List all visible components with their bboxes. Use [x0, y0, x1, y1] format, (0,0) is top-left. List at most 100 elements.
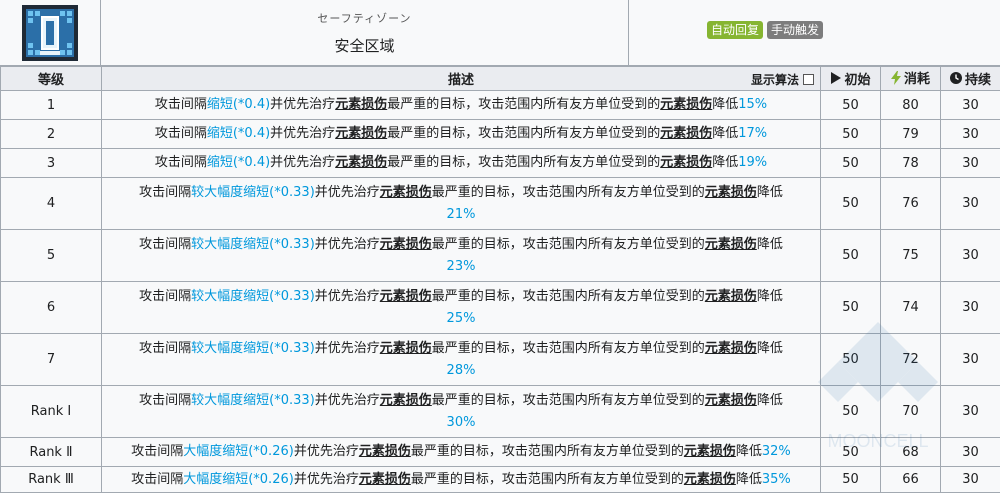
attack-speed-value: 较大幅度缩短(*0.33) [191, 184, 315, 200]
table-row: 1 攻击间隔缩短(*0.4)并优先治疗元素损伤最严重的目标，攻击范围内所有友方单位… [0, 90, 1000, 120]
desc-post: 降低 [735, 444, 762, 459]
desc-prefix: 攻击间隔 [139, 288, 192, 304]
table-row: Rank Ⅱ 攻击间隔大幅度缩短(*0.26)并优先治疗元素损伤最严重的目标，攻击… [0, 437, 1000, 467]
level-cell: 4 [0, 177, 102, 230]
keyword-elemental-damage: 元素损伤 [379, 340, 432, 356]
sp-recovery-tag: 自动回复 [707, 21, 764, 39]
desc-mid1: 并优先治疗 [314, 392, 380, 408]
trigger-type-tag: 手动触发 [767, 21, 824, 39]
attack-speed-value: 较大幅度缩短(*0.33) [191, 236, 315, 252]
duration-cell: 30 [940, 333, 1000, 386]
desc-mid2: 最严重的目标，攻击范围内所有友方单位受到的 [431, 288, 705, 304]
show-formula-label: 显示算法 [750, 73, 799, 87]
attack-speed-value: 缩短(*0.4) [206, 126, 271, 141]
desc-prefix: 攻击间隔 [154, 97, 207, 112]
table-body: 1 攻击间隔缩短(*0.4)并优先治疗元素损伤最严重的目标，攻击范围内所有友方单位… [0, 90, 1000, 493]
desc-mid1: 并优先治疗 [314, 184, 380, 200]
desc-mid1: 并优先治疗 [270, 126, 336, 141]
desc-post: 降低 [756, 288, 783, 304]
description-cell: 攻击间隔缩短(*0.4)并优先治疗元素损伤最严重的目标，攻击范围内所有友方单位受… [101, 119, 821, 149]
attack-speed-value: 较大幅度缩短(*0.33) [191, 288, 315, 304]
description-cell: 攻击间隔较大幅度缩短(*0.33)并优先治疗元素损伤最严重的目标，攻击范围内所有… [101, 385, 821, 438]
keyword-elemental-damage: 元素损伤 [660, 126, 713, 141]
reduction-value: 23% [446, 258, 476, 274]
sp-cost-cell: 74 [880, 281, 941, 334]
keyword-elemental-damage: 元素损伤 [358, 444, 411, 459]
skill-name-cell: セーフティゾーン 安全区域 [101, 0, 629, 66]
initial-sp-cell: 50 [820, 281, 881, 334]
initial-sp-cell: 50 [820, 333, 881, 386]
desc-mid1: 并优先治疗 [314, 288, 380, 304]
clock-icon [949, 72, 962, 85]
level-cell: Rank Ⅱ [0, 437, 102, 467]
reduction-value: 30% [446, 414, 476, 430]
sp-cost-cell: 68 [880, 437, 941, 467]
desc-prefix: 攻击间隔 [131, 444, 184, 459]
desc-prefix: 攻击间隔 [139, 340, 192, 356]
desc-post: 降低 [756, 236, 783, 252]
keyword-elemental-damage: 元素损伤 [704, 236, 757, 252]
desc-mid2: 最严重的目标，攻击范围内所有友方单位受到的 [387, 155, 661, 170]
desc-prefix: 攻击间隔 [154, 126, 207, 141]
keyword-elemental-damage: 元素损伤 [358, 471, 411, 487]
description-header: 描述 显示算法 [101, 66, 821, 91]
sp-cost-header: 消耗 [880, 66, 941, 91]
sp-cost-label: 消耗 [903, 72, 930, 88]
description-cell: 攻击间隔大幅度缩短(*0.26)并优先治疗元素损伤最严重的目标，攻击范围内所有友… [101, 466, 821, 493]
desc-post: 降低 [756, 392, 783, 408]
table-row: Rank Ⅲ 攻击间隔大幅度缩短(*0.26)并优先治疗元素损伤最严重的目标，攻击… [0, 466, 1000, 493]
level-cell: 6 [0, 281, 102, 334]
reduction-value: 21% [446, 206, 476, 222]
duration-cell: 30 [940, 466, 1000, 493]
reduction-value: 28% [446, 362, 476, 378]
initial-sp-cell: 50 [820, 385, 881, 438]
skill-tags: 自动回复 手动触发 [629, 0, 1000, 65]
sp-cost-cell: 72 [880, 333, 941, 386]
attack-speed-value: 较大幅度缩短(*0.33) [191, 392, 315, 408]
desc-mid2: 最严重的目标，攻击范围内所有友方单位受到的 [410, 471, 684, 487]
reduction-value: 17% [738, 126, 768, 141]
keyword-elemental-damage: 元素损伤 [660, 97, 713, 112]
keyword-elemental-damage: 元素损伤 [683, 444, 736, 459]
initial-sp-cell: 50 [820, 466, 881, 493]
show-formula-checkbox[interactable] [803, 74, 814, 85]
keyword-elemental-damage: 元素损伤 [379, 288, 432, 304]
initial-sp-cell: 50 [820, 119, 881, 149]
duration-header: 持续 [940, 66, 1000, 91]
reduction-value: 19% [738, 155, 768, 170]
level-cell: 1 [0, 90, 102, 120]
desc-prefix: 攻击间隔 [131, 471, 184, 487]
skill-level-table: 等级 描述 显示算法 初始 消耗 持续 1 攻击间隔缩短(*0.4)并优先治疗元… [0, 66, 1000, 493]
desc-mid2: 最严重的目标，攻击范围内所有友方单位受到的 [431, 236, 705, 252]
show-formula-toggle[interactable]: 显示算法 [751, 71, 814, 88]
initial-sp-cell: 50 [820, 437, 881, 467]
attack-speed-value: 缩短(*0.4) [206, 155, 271, 170]
desc-mid1: 并优先治疗 [293, 444, 359, 459]
description-cell: 攻击间隔较大幅度缩短(*0.33)并优先治疗元素损伤最严重的目标，攻击范围内所有… [101, 177, 821, 230]
desc-post: 降低 [712, 97, 739, 112]
desc-post: 降低 [756, 340, 783, 356]
duration-cell: 30 [940, 385, 1000, 438]
skill-icon-cell [0, 0, 101, 66]
level-cell: Rank Ⅲ [0, 466, 102, 493]
table-row: 6 攻击间隔较大幅度缩短(*0.33)并优先治疗元素损伤最严重的目标，攻击范围内所… [0, 281, 1000, 334]
initial-sp-label: 初始 [844, 72, 871, 88]
keyword-elemental-damage: 元素损伤 [335, 155, 388, 170]
sp-cost-cell: 80 [880, 90, 941, 120]
desc-mid2: 最严重的目标，攻击范围内所有友方单位受到的 [410, 444, 684, 459]
keyword-elemental-damage: 元素损伤 [660, 155, 713, 170]
duration-cell: 30 [940, 281, 1000, 334]
skill-icon [22, 5, 78, 61]
level-cell: 5 [0, 229, 102, 282]
desc-mid2: 最严重的目标，攻击范围内所有友方单位受到的 [387, 97, 661, 112]
keyword-elemental-damage: 元素损伤 [704, 184, 757, 200]
keyword-elemental-damage: 元素损伤 [379, 236, 432, 252]
table-row: 5 攻击间隔较大幅度缩短(*0.33)并优先治疗元素损伤最严重的目标，攻击范围内所… [0, 229, 1000, 282]
description-cell: 攻击间隔较大幅度缩短(*0.33)并优先治疗元素损伤最严重的目标，攻击范围内所有… [101, 333, 821, 386]
description-cell: 攻击间隔缩短(*0.4)并优先治疗元素损伤最严重的目标，攻击范围内所有友方单位受… [101, 148, 821, 178]
desc-post: 降低 [735, 471, 762, 487]
sp-cost-cell: 79 [880, 119, 941, 149]
reduction-value: 25% [446, 310, 476, 326]
sp-cost-cell: 75 [880, 229, 941, 282]
lightning-icon [890, 70, 901, 85]
